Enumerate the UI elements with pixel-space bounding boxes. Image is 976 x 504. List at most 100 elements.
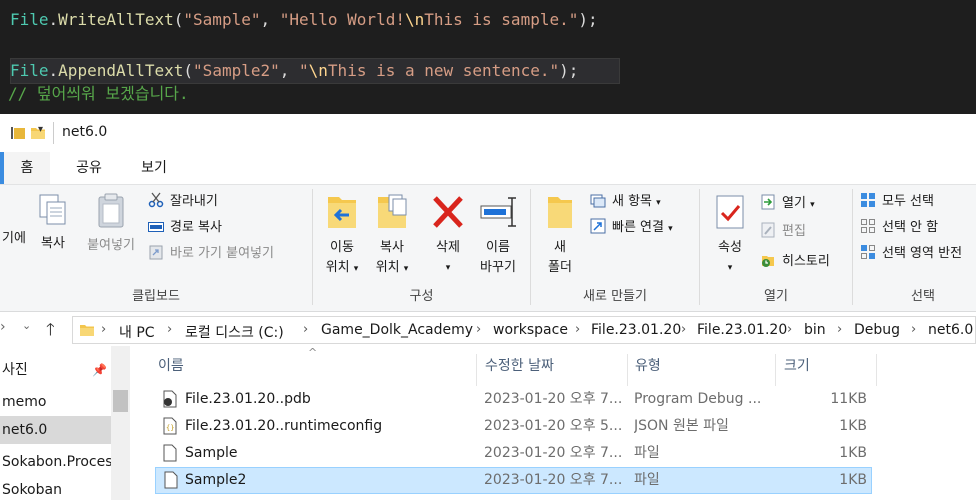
clipboard-group-label: 클립보드 bbox=[132, 289, 180, 304]
tab-label: 공유 bbox=[76, 160, 102, 176]
file-modified: 2023-01-20 오후 7... bbox=[484, 472, 623, 488]
chevron-right-icon[interactable]: › bbox=[911, 322, 916, 337]
code-line-1: File.WriteAllText("Sample", "Hello World… bbox=[10, 8, 598, 32]
copy-button[interactable]: 복사 bbox=[34, 193, 72, 254]
cut-button[interactable]: 잘라내기 bbox=[148, 191, 218, 213]
window-title: net6.0 bbox=[62, 124, 108, 140]
new-folder-icon bbox=[538, 193, 582, 238]
open-button[interactable]: 열기 ▾ bbox=[760, 193, 815, 215]
column-separator[interactable] bbox=[476, 354, 477, 386]
move-to-button[interactable]: 이동 위치 ▾ bbox=[318, 193, 366, 279]
nav-item-net6[interactable]: net6.0 bbox=[0, 416, 111, 444]
breadcrumb-net6[interactable]: net6.0 bbox=[928, 322, 973, 338]
code-token: , bbox=[260, 10, 280, 29]
breadcrumb-local-disk[interactable]: 로컬 디스크 (C:) bbox=[185, 322, 284, 342]
select-none-button[interactable]: 선택 안 함 bbox=[860, 217, 938, 239]
chevron-right-icon[interactable]: › bbox=[167, 322, 172, 337]
history-button[interactable]: 히스토리 bbox=[760, 251, 830, 273]
file-row-sample2[interactable]: Sample2 2023-01-20 오후 7... 파일 1KB bbox=[155, 467, 872, 494]
code-token: . bbox=[48, 61, 59, 80]
code-token: "Sample" bbox=[183, 10, 261, 29]
nav-item-pictures[interactable]: 사진 📌 bbox=[0, 356, 111, 384]
easy-access-icon bbox=[590, 218, 608, 234]
button-label: 모두 선택 bbox=[882, 194, 934, 209]
paste-shortcut-button[interactable]: 바로 가기 붙여넣기 bbox=[148, 243, 274, 265]
button-label: 경로 복사 bbox=[170, 220, 222, 235]
chevron-right-icon[interactable]: › bbox=[837, 322, 842, 337]
new-item-button[interactable]: 새 항목 ▾ bbox=[590, 191, 661, 213]
chevron-right-icon[interactable]: › bbox=[787, 322, 792, 337]
properties-button[interactable]: 속성 ▾ bbox=[708, 193, 752, 278]
delete-button[interactable]: 삭제 ▾ bbox=[426, 193, 470, 278]
nav-item-memo[interactable]: memo bbox=[0, 388, 111, 416]
nav-scrollbar[interactable] bbox=[111, 346, 130, 500]
breadcrumb-this-pc[interactable]: 내 PC bbox=[119, 322, 155, 342]
dropdown-arrow-icon: ▾ bbox=[810, 200, 815, 210]
folder-icon bbox=[79, 322, 95, 342]
nav-item-label: net6.0 bbox=[2, 422, 48, 438]
code-token: ); bbox=[578, 10, 598, 29]
chevron-right-icon[interactable]: › bbox=[101, 322, 106, 337]
tab-share[interactable]: 공유 bbox=[74, 152, 104, 184]
column-separator[interactable] bbox=[876, 354, 877, 386]
file-name: Sample2 bbox=[185, 472, 247, 488]
delete-x-icon bbox=[426, 193, 470, 238]
breadcrumb-bin[interactable]: bin bbox=[804, 322, 826, 338]
code-line-2[interactable]: File.AppendAllText("Sample2", "\nThis is… bbox=[10, 59, 578, 83]
file-row-sample[interactable]: Sample 2023-01-20 오후 7... 파일 1KB bbox=[155, 440, 872, 467]
edit-button[interactable]: 편집 bbox=[760, 221, 806, 243]
column-header-size[interactable]: 크기 bbox=[784, 354, 810, 382]
copy-to-icon bbox=[368, 193, 416, 238]
chevron-right-icon[interactable]: › bbox=[303, 322, 308, 337]
edit-icon bbox=[760, 222, 778, 238]
pin-quick-access-button[interactable]: 기에 bbox=[0, 229, 28, 249]
tab-view[interactable]: 보기 bbox=[138, 152, 170, 184]
nav-item-label: memo bbox=[2, 394, 47, 410]
file-size: 11KB bbox=[830, 391, 867, 407]
breadcrumb-file-folder[interactable]: File.23.01.20 bbox=[591, 322, 681, 338]
column-header-modified[interactable]: 수정한 날짜 bbox=[485, 354, 554, 382]
breadcrumb-file-project[interactable]: File.23.01.20 bbox=[697, 322, 787, 338]
new-folder-button[interactable]: 새 폴더 bbox=[538, 193, 582, 278]
rename-button[interactable]: 이름 바꾸기 bbox=[472, 193, 524, 278]
paste-button[interactable]: 붙여넣기 bbox=[80, 193, 142, 256]
file-row-pdb[interactable]: File.23.01.20..pdb 2023-01-20 오후 7... Pr… bbox=[155, 386, 872, 413]
select-group-label: 선택 bbox=[911, 289, 935, 304]
invert-selection-icon bbox=[860, 244, 878, 260]
nav-scrollbar-thumb[interactable] bbox=[113, 390, 128, 412]
button-label: 이름 bbox=[486, 240, 510, 255]
customize-toolbar-icon[interactable]: ▾ bbox=[38, 124, 43, 135]
ribbon: 기에 복사 붙여넣기 잘라내기 경로 복사 바로 가기 붙여넣기 클립보드 이동… bbox=[0, 184, 976, 312]
breadcrumb[interactable]: › 내 PC › 로컬 디스크 (C:) › Game_Dolk_Academy… bbox=[72, 316, 976, 344]
breadcrumb-workspace[interactable]: workspace bbox=[493, 322, 568, 338]
forward-arrow-icon[interactable]: › bbox=[0, 319, 6, 335]
nav-item-sokabon-process[interactable]: Sokabon.Process bbox=[0, 448, 111, 476]
breadcrumb-debug[interactable]: Debug bbox=[854, 322, 900, 338]
dropdown-arrow-icon: ▾ bbox=[353, 264, 359, 274]
easy-access-button[interactable]: 빠른 연결 ▾ bbox=[590, 217, 673, 239]
column-header-name[interactable]: 이름 bbox=[158, 354, 184, 382]
column-separator[interactable] bbox=[775, 354, 776, 386]
dropdown-arrow-icon: ▾ bbox=[403, 264, 409, 274]
column-header-type[interactable]: 유형 bbox=[635, 354, 661, 382]
paste-shortcut-icon bbox=[148, 244, 166, 260]
nav-item-label: Sokabon.Process bbox=[2, 454, 111, 470]
copy-path-button[interactable]: 경로 복사 bbox=[148, 217, 222, 239]
breadcrumb-game-dolk-academy[interactable]: Game_Dolk_Academy bbox=[321, 322, 473, 338]
chevron-right-icon[interactable]: › bbox=[681, 322, 686, 337]
tab-home[interactable]: 홈 bbox=[0, 152, 50, 184]
quick-access-icon[interactable] bbox=[10, 125, 26, 145]
chevron-right-icon[interactable]: › bbox=[476, 322, 481, 337]
file-row-runtimeconfig[interactable]: {} File.23.01.20..runtimeconfig 2023-01-… bbox=[155, 413, 872, 440]
column-separator[interactable] bbox=[627, 354, 628, 386]
code-token: File bbox=[10, 61, 49, 80]
invert-selection-button[interactable]: 선택 영역 반전 bbox=[860, 243, 962, 265]
button-label: 복사 bbox=[380, 240, 404, 255]
up-arrow-icon[interactable]: 🡑 bbox=[46, 317, 55, 346]
file-name: File.23.01.20..pdb bbox=[185, 391, 311, 407]
chevron-right-icon[interactable]: › bbox=[575, 322, 580, 337]
nav-item-label: 사진 bbox=[2, 362, 28, 378]
recent-locations-icon[interactable]: ⌄ bbox=[22, 319, 31, 332]
select-all-button[interactable]: 모두 선택 bbox=[860, 191, 934, 213]
copy-to-button[interactable]: 복사 위치 ▾ bbox=[368, 193, 416, 279]
